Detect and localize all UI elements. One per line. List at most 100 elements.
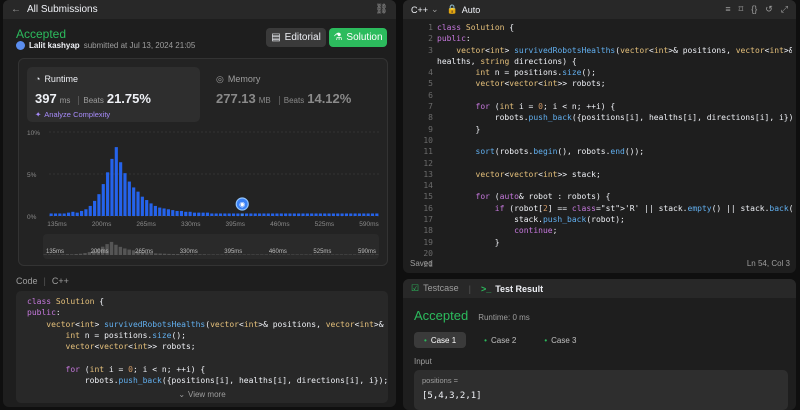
chart-bar[interactable] [284, 213, 288, 216]
chart-bar[interactable] [84, 209, 88, 216]
chart-bar[interactable] [236, 213, 240, 216]
chart-bar[interactable] [132, 187, 136, 216]
case-tab-2[interactable]: • Case 2 [474, 332, 526, 348]
chart-bar[interactable] [349, 213, 353, 216]
chart-bar[interactable] [336, 213, 340, 216]
chart-bar[interactable] [110, 158, 114, 216]
code-line[interactable] [437, 248, 792, 259]
chart-bar[interactable] [227, 213, 231, 216]
runtime-distribution-chart[interactable]: 10% 5% 0% ◉ 135ms 200ms 265ms 330ms 395ms 460ms 52… [19, 122, 389, 267]
chart-bar[interactable] [158, 207, 162, 216]
chart-bar[interactable] [323, 213, 327, 216]
chart-bar[interactable] [275, 213, 279, 216]
chart-bar[interactable] [331, 213, 335, 216]
language-select[interactable]: C++ [411, 5, 428, 15]
code-line[interactable]: } [437, 124, 792, 135]
code-line[interactable]: vector<vector<int>> robots; [437, 78, 792, 89]
chart-bar[interactable] [188, 211, 192, 216]
chart-bar[interactable] [262, 213, 266, 216]
chart-bar[interactable] [249, 213, 253, 216]
chart-bar[interactable] [271, 213, 275, 216]
bookmark-icon[interactable]: ⌑ [739, 4, 744, 15]
chart-bar[interactable] [114, 147, 118, 216]
chart-bar[interactable] [314, 213, 318, 216]
view-more-button[interactable]: ⌄ View more [16, 385, 388, 403]
back-arrow-icon[interactable]: ← [11, 4, 21, 15]
chart-bar[interactable] [66, 212, 71, 216]
chart-bar[interactable] [58, 213, 62, 216]
chart-bar[interactable] [340, 213, 344, 216]
chart-bar[interactable] [288, 213, 292, 216]
chart-bar[interactable] [292, 213, 296, 216]
chart-bar[interactable] [136, 191, 140, 216]
code-line[interactable]: if (robot[2] == class="st">'R' || stack.… [437, 203, 792, 214]
chart-bar[interactable] [79, 210, 84, 216]
chart-bar[interactable] [362, 213, 366, 216]
code-editor[interactable]: class Solution {public: vector<int> surv… [437, 20, 792, 271]
code-line[interactable] [437, 180, 792, 191]
chart-bar[interactable] [244, 213, 249, 216]
code-line[interactable]: for (auto& robot : robots) { [437, 191, 792, 202]
tab-test-result[interactable]: >_ Test Result [481, 284, 543, 294]
chart-bar[interactable] [93, 200, 97, 216]
code-line[interactable]: vector<int> survivedRobotsHealths(vector… [437, 45, 792, 56]
chart-bar[interactable] [297, 213, 301, 216]
chart-bar[interactable] [375, 213, 379, 216]
chart-bar[interactable] [197, 212, 201, 216]
code-line[interactable]: sort(robots.begin(), robots.end()); [437, 146, 792, 157]
memory-card[interactable]: ◎ Memory 277.13 MB Beats 14.12% [216, 67, 376, 122]
chart-bar[interactable] [258, 213, 262, 216]
code-line[interactable]: int n = positions.size(); [437, 67, 792, 78]
chart-bar[interactable] [106, 172, 110, 216]
code-line[interactable] [437, 158, 792, 169]
code-line[interactable]: stack.push_back(robot); [437, 214, 792, 225]
chart-bar[interactable] [71, 211, 75, 216]
solution-button[interactable]: ⚗ Solution [329, 28, 387, 47]
chart-bar[interactable] [201, 212, 205, 216]
chart-bar[interactable] [353, 213, 357, 216]
code-line[interactable]: continue; [437, 225, 792, 236]
chart-bar[interactable] [305, 213, 309, 216]
code-line[interactable]: for (int i = 0; i < n; ++i) { [437, 101, 792, 112]
chart-bar[interactable] [179, 210, 184, 216]
code-line[interactable] [437, 135, 792, 146]
chart-bar[interactable] [153, 205, 157, 216]
submitted-code-block[interactable]: class Solution {public: vector<int> surv… [16, 291, 388, 403]
chart-bar[interactable] [370, 213, 375, 216]
chart-bar[interactable] [253, 213, 257, 216]
chart-bar[interactable] [310, 213, 314, 216]
chart-bar[interactable] [175, 210, 179, 216]
mode-select[interactable]: Auto [462, 5, 481, 15]
chart-bar[interactable] [123, 173, 127, 216]
link-icon[interactable]: ⛓ [375, 4, 388, 15]
chart-bar[interactable] [366, 213, 370, 216]
chart-bar[interactable] [53, 213, 58, 216]
code-line[interactable]: robots.push_back({positions[i], healths[… [437, 112, 792, 123]
chart-bar[interactable] [318, 213, 322, 216]
chart-bar[interactable] [327, 213, 331, 216]
chart-bar[interactable] [184, 211, 188, 216]
chart-bar[interactable] [223, 213, 227, 216]
chart-bar[interactable] [214, 213, 218, 216]
chart-bar[interactable] [301, 213, 305, 216]
code-line[interactable]: public: [437, 33, 792, 44]
code-line[interactable]: vector<vector<int>> stack; [437, 169, 792, 180]
chart-bar[interactable] [205, 212, 210, 216]
code-line[interactable] [437, 259, 792, 270]
chart-bar[interactable] [231, 213, 236, 216]
code-line[interactable]: healths, string directions) { [437, 56, 792, 67]
chart-bar[interactable] [127, 181, 131, 216]
chart-bar[interactable] [192, 212, 197, 216]
chart-bar[interactable] [145, 200, 149, 216]
chart-bar[interactable] [344, 213, 349, 216]
editorial-button[interactable]: ▤ Editorial [266, 28, 326, 47]
author-name[interactable]: Lalit kashyap [29, 41, 80, 50]
fullscreen-icon[interactable]: ⤢ [781, 4, 788, 15]
code-line[interactable]: } [437, 237, 792, 248]
reset-icon[interactable]: ↺ [765, 4, 773, 15]
chart-bar[interactable] [88, 205, 92, 216]
chart-bar[interactable] [279, 213, 283, 216]
case-tab-1[interactable]: • Case 1 [414, 332, 467, 348]
chart-bar[interactable] [101, 184, 105, 216]
chart-bar[interactable] [240, 213, 244, 216]
